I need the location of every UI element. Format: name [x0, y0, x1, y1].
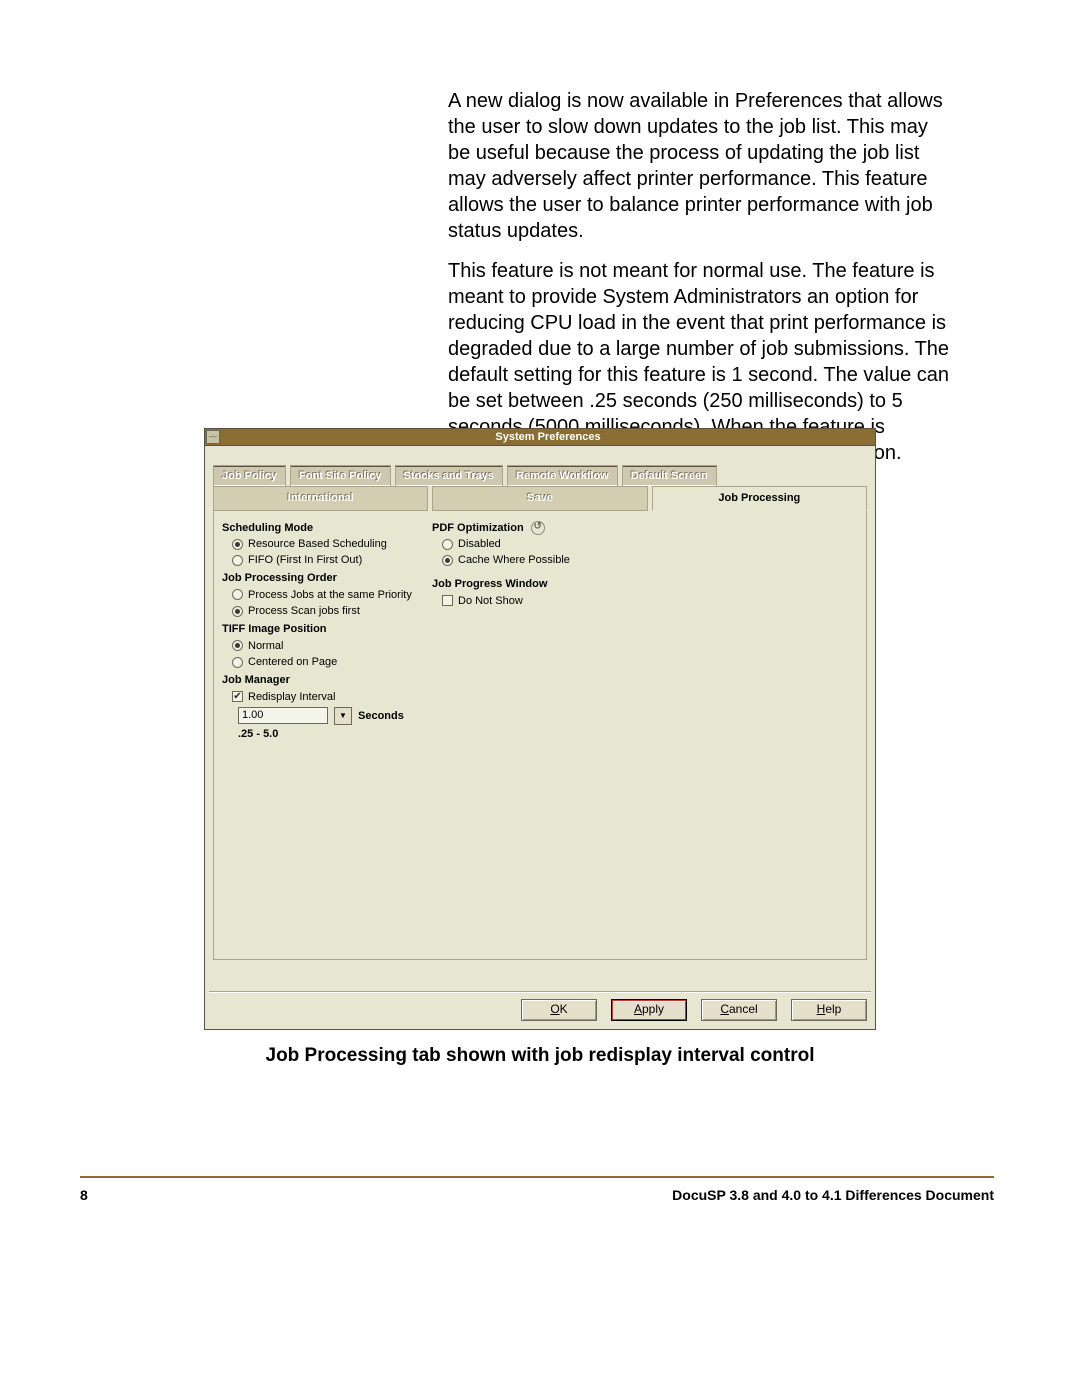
- window-menu-icon[interactable]: —: [206, 430, 220, 444]
- pdf-optimization-label: PDF Optimization: [432, 522, 524, 534]
- radio-icon: [232, 555, 243, 566]
- cancel-button[interactable]: Cancel: [701, 999, 777, 1021]
- page-number: 8: [80, 1186, 88, 1204]
- spinner-dropdown-icon[interactable]: ▼: [334, 707, 352, 725]
- job-progress-window-title: Job Progress Window: [432, 577, 652, 591]
- figure-caption: Job Processing tab shown with job redisp…: [0, 1044, 1080, 1069]
- radio-label: Process Scan jobs first: [248, 604, 360, 618]
- dialog-titlebar: — System Preferences: [205, 429, 875, 446]
- footer-rule: [80, 1176, 994, 1178]
- dialog-buttons: OK Apply Cancel Help: [521, 999, 867, 1021]
- tab-remote-workflow[interactable]: Remote Workflow: [507, 465, 618, 486]
- radio-icon: [442, 555, 453, 566]
- tiff-image-position-title: TIFF Image Position: [222, 622, 432, 636]
- radio-label: Disabled: [458, 537, 501, 551]
- radio-label: Resource Based Scheduling: [248, 537, 387, 551]
- system-preferences-dialog: — System Preferences Job Policy Font Sit…: [204, 428, 876, 1030]
- radio-pdf-cache[interactable]: Cache Where Possible: [442, 553, 652, 567]
- help-button[interactable]: Help: [791, 999, 867, 1021]
- subtab-job-processing[interactable]: Job Processing: [652, 486, 867, 510]
- radio-icon: [232, 640, 243, 651]
- check-label: Do Not Show: [458, 594, 523, 608]
- radio-icon: [442, 539, 453, 550]
- radio-pdf-disabled[interactable]: Disabled: [442, 537, 652, 551]
- radio-tiff-normal[interactable]: Normal: [232, 639, 432, 653]
- tab-default-screen[interactable]: Default Screen: [622, 465, 717, 486]
- page-footer: 8 DocuSP 3.8 and 4.0 to 4.1 Differences …: [80, 1186, 994, 1204]
- tab-font-site-policy[interactable]: Font Site Policy: [290, 465, 391, 486]
- radio-icon: [232, 657, 243, 668]
- radio-label: Process Jobs at the same Priority: [248, 588, 412, 602]
- reset-icon[interactable]: [531, 521, 545, 535]
- tabs-row-secondary: International Save Job Processing: [213, 486, 867, 510]
- subtab-international[interactable]: International: [213, 486, 428, 510]
- radio-label: Centered on Page: [248, 655, 337, 669]
- radio-icon: [232, 539, 243, 550]
- radio-tiff-centered[interactable]: Centered on Page: [232, 655, 432, 669]
- apply-button[interactable]: Apply: [611, 999, 687, 1021]
- scheduling-mode-title: Scheduling Mode: [222, 521, 432, 535]
- job-processing-pane: Scheduling Mode Resource Based Schedulin…: [213, 511, 867, 960]
- pdf-optimization-title: PDF Optimization: [432, 521, 652, 535]
- radio-label: Normal: [248, 639, 283, 653]
- document-title: DocuSP 3.8 and 4.0 to 4.1 Differences Do…: [672, 1186, 994, 1204]
- paragraph-1: A new dialog is now available in Prefere…: [448, 88, 952, 244]
- job-manager-title: Job Manager: [222, 673, 432, 687]
- radio-resource-based-scheduling[interactable]: Resource Based Scheduling: [232, 537, 432, 551]
- check-label: Redisplay Interval: [248, 690, 335, 704]
- radio-fifo[interactable]: FIFO (First In First Out): [232, 553, 432, 567]
- radio-icon: [232, 606, 243, 617]
- tabs-row-primary: Job Policy Font Site Policy Stocks and T…: [213, 465, 867, 486]
- radio-icon: [232, 589, 243, 600]
- radio-label: Cache Where Possible: [458, 553, 570, 567]
- body-text: A new dialog is now available in Prefere…: [448, 88, 952, 466]
- tab-stocks-and-trays[interactable]: Stocks and Trays: [395, 465, 504, 486]
- dialog-separator: [209, 991, 871, 993]
- radio-same-priority[interactable]: Process Jobs at the same Priority: [232, 588, 432, 602]
- radio-label: FIFO (First In First Out): [248, 553, 362, 567]
- redisplay-interval-unit: Seconds: [358, 709, 404, 723]
- subtab-save[interactable]: Save: [432, 486, 647, 510]
- job-processing-order-title: Job Processing Order: [222, 571, 432, 585]
- checkbox-icon: ✔: [232, 691, 243, 702]
- dialog-title: System Preferences: [221, 430, 875, 444]
- check-redisplay-interval[interactable]: ✔ Redisplay Interval: [232, 690, 432, 704]
- check-do-not-show[interactable]: Do Not Show: [442, 594, 652, 608]
- radio-scan-first[interactable]: Process Scan jobs first: [232, 604, 432, 618]
- redisplay-interval-field[interactable]: 1.00: [238, 707, 328, 724]
- ok-button[interactable]: OK: [521, 999, 597, 1021]
- checkbox-icon: [442, 595, 453, 606]
- tab-job-policy[interactable]: Job Policy: [213, 465, 286, 486]
- redisplay-interval-range: .25 - 5.0: [238, 727, 432, 741]
